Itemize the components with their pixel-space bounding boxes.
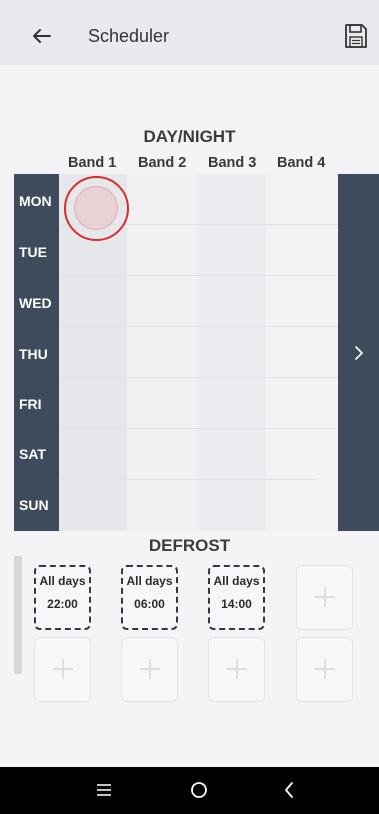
page-title: Scheduler <box>88 26 170 46</box>
day-label-sun: SUN <box>19 497 49 513</box>
band-header-3: Band 3 <box>208 155 257 171</box>
arrow-left-icon <box>33 29 51 43</box>
chevron-right-icon <box>355 346 363 360</box>
band-column-2[interactable] <box>127 174 196 531</box>
home-button[interactable] <box>189 780 209 805</box>
touch-indicator-inner <box>74 186 118 230</box>
app-bar: Scheduler <box>0 8 379 65</box>
status-bar-area <box>0 0 379 8</box>
touch-indicator <box>64 176 129 241</box>
row-divider <box>59 479 317 480</box>
day-label-mon: MON <box>19 193 52 209</box>
defrost-slot-time: 22:00 <box>47 597 78 611</box>
floppy-disk-icon <box>345 24 367 48</box>
row-divider <box>59 377 338 378</box>
defrost-slot-time: 14:00 <box>221 597 252 611</box>
row-divider <box>59 326 338 327</box>
day-column: MON TUE WED THU FRI SAT SUN <box>14 174 59 531</box>
day-label-wed: WED <box>19 295 52 311</box>
add-defrost-slot[interactable] <box>296 565 353 630</box>
plus-icon <box>315 659 335 679</box>
defrost-slot-1[interactable]: All days 22:00 <box>34 565 91 630</box>
day-night-title: DAY/NIGHT <box>143 127 236 146</box>
defrost-slot-days: All days <box>213 574 260 588</box>
system-nav-bar <box>0 767 379 814</box>
band-column-4[interactable] <box>266 174 338 531</box>
band-header-1: Band 1 <box>68 155 117 171</box>
defrost-slot-days: All days <box>126 574 173 588</box>
defrost-slot-2[interactable]: All days 06:00 <box>121 565 178 630</box>
day-label-thu: THU <box>19 346 48 362</box>
plus-icon <box>227 659 247 679</box>
add-defrost-slot[interactable] <box>208 637 265 702</box>
system-back-button[interactable] <box>283 780 295 805</box>
defrost-title: DEFROST <box>148 536 231 555</box>
menu-lines-icon <box>97 784 111 796</box>
recents-button[interactable] <box>96 783 112 802</box>
add-defrost-slot[interactable] <box>296 637 353 702</box>
band-column-3[interactable] <box>196 174 266 531</box>
defrost-slot-3[interactable]: All days 14:00 <box>208 565 265 630</box>
save-button[interactable] <box>343 22 369 50</box>
plus-icon <box>140 659 160 679</box>
back-button[interactable] <box>28 22 56 50</box>
add-defrost-slot[interactable] <box>121 637 178 702</box>
defrost-slot-time: 06:00 <box>134 597 165 611</box>
band-header-4: Band 4 <box>277 155 326 171</box>
day-label-fri: FRI <box>19 396 42 412</box>
drag-handle[interactable] <box>14 556 22 674</box>
band-header-2: Band 2 <box>138 155 187 171</box>
circle-home-icon <box>191 782 207 798</box>
plus-icon <box>315 587 335 607</box>
add-defrost-slot[interactable] <box>34 637 91 702</box>
day-label-sat: SAT <box>19 446 46 462</box>
day-label-tue: TUE <box>19 244 47 260</box>
next-page-button[interactable] <box>338 174 379 531</box>
defrost-slot-days: All days <box>39 574 86 588</box>
row-divider <box>59 275 338 276</box>
row-divider <box>59 428 338 429</box>
plus-icon <box>53 659 73 679</box>
chevron-left-icon <box>285 782 293 798</box>
